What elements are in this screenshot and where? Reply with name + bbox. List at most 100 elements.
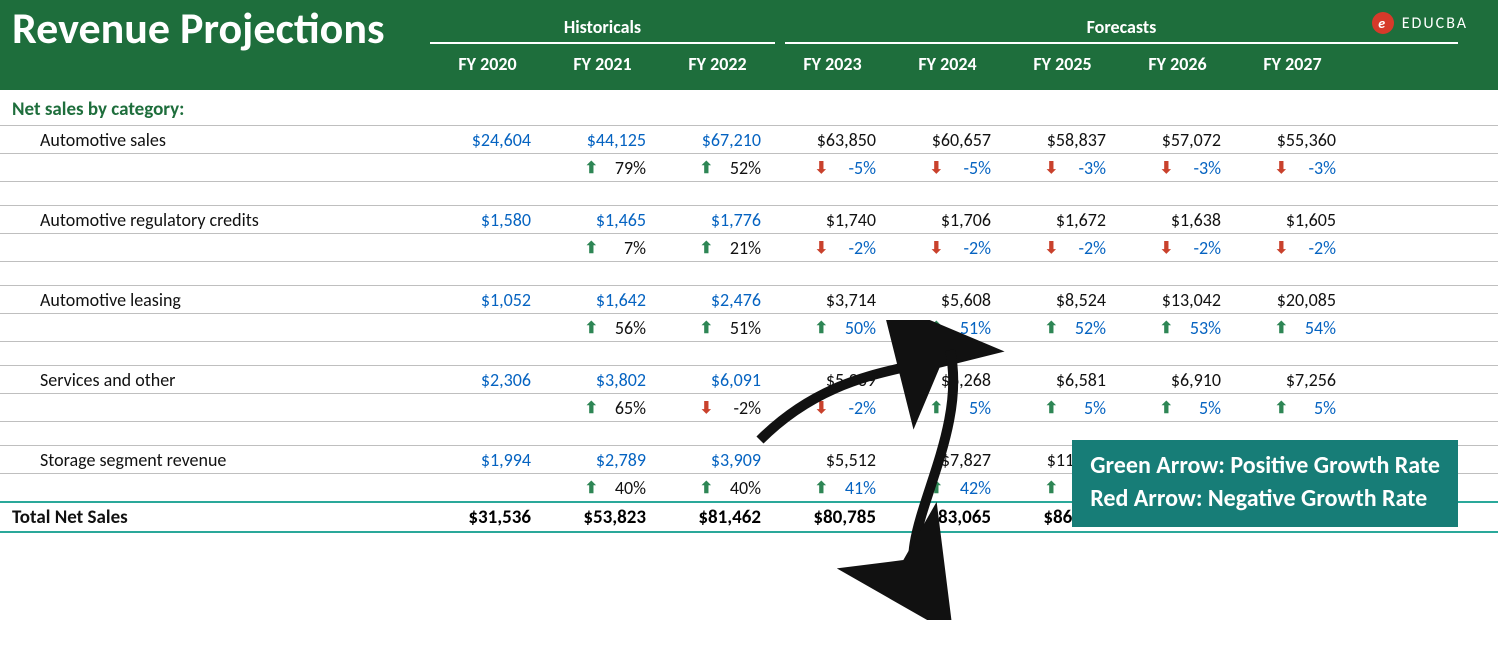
growth-cell [430,157,545,179]
growth-cell: ⬇-2% [1120,237,1235,259]
growth-cell: ⬆40% [545,477,660,499]
growth-cell: ⬆ 5% [1120,397,1235,419]
value-cell: $7,827 [890,449,1005,471]
year-header: FY 2025 [1005,53,1120,75]
growth-value: -3% [1183,157,1221,179]
arrow-up-icon: ⬆ [585,398,598,418]
value-cell: $1,638 [1120,209,1235,231]
value-cell: $6,268 [890,369,1005,391]
value-cell: $55,360 [1235,129,1350,151]
value-cell: $1,776 [660,209,775,231]
growth-cell [430,237,545,259]
total-cell: $31,536 [430,506,545,529]
arrow-up-icon: ⬆ [585,238,598,258]
year-header: FY 2024 [890,53,1005,75]
arrow-up-icon: ⬆ [585,478,598,498]
column-headers: Historicals Forecasts FY 2020FY 2021FY 2… [430,0,1458,90]
value-cell: $7,256 [1235,369,1350,391]
value-cell: $1,706 [890,209,1005,231]
value-cell: $3,802 [545,369,660,391]
year-header: FY 2021 [545,53,660,75]
growth-cell: ⬇ -3% [1005,157,1120,179]
growth-value: 51% [953,317,991,339]
category-row: Automotive leasing$1,052$1,642$2,476$3,7… [0,286,1498,314]
arrow-down-icon: ⬇ [815,398,828,418]
growth-cell: ⬆ 52% [660,157,775,179]
arrow-up-icon: ⬆ [585,158,598,178]
page-title: Revenue Projections [12,6,385,50]
value-cell: $1,740 [775,209,890,231]
growth-value: 42% [953,477,991,499]
growth-cell: ⬆5% [1235,397,1350,419]
growth-cell: ⬆50% [775,317,890,339]
value-cell: $5,512 [775,449,890,471]
growth-cell: ⬆ 54% [1235,317,1350,339]
growth-value: 54% [1298,317,1336,339]
growth-value: 5% [1298,397,1336,419]
value-cell: $2,476 [660,289,775,311]
value-cell: $2,306 [430,369,545,391]
arrow-up-icon: ⬆ [1045,478,1058,498]
category-label: Storage segment revenue [40,449,430,471]
arrow-down-icon: ⬇ [930,158,943,178]
growth-cell: ⬆52% [1005,317,1120,339]
value-cell: $57,072 [1120,129,1235,151]
growth-value: -2% [953,237,991,259]
value-cell: $13,042 [1120,289,1235,311]
growth-value: -2% [1298,237,1336,259]
arrow-up-icon: ⬆ [815,478,828,498]
growth-value: -3% [1068,157,1106,179]
arrow-up-icon: ⬆ [815,318,828,338]
arrow-up-icon: ⬆ [700,318,713,338]
growth-value: 5% [1183,397,1221,419]
arrow-up-icon: ⬆ [700,158,713,178]
arrow-up-icon: ⬆ [1045,398,1058,418]
arrow-up-icon: ⬆ [1275,318,1288,338]
growth-cell: ⬆5% [1005,397,1120,419]
arrow-up-icon: ⬆ [1160,398,1173,418]
value-cell: $24,604 [430,129,545,151]
group-historicals: Historicals [430,16,775,44]
value-cell: $1,052 [430,289,545,311]
value-cell: $8,524 [1005,289,1120,311]
year-header: FY 2022 [660,53,775,75]
arrow-down-icon: ⬇ [1275,238,1288,258]
arrow-up-icon: ⬆ [930,398,943,418]
value-cell: $2,789 [545,449,660,471]
growth-value: -2% [1068,237,1106,259]
arrow-up-icon: ⬆ [930,478,943,498]
value-cell: $44,125 [545,129,660,151]
growth-cell [430,397,545,419]
total-label: Total Net Sales [12,506,430,529]
value-cell: $63,850 [775,129,890,151]
growth-cell: ⬇-2% [660,397,775,419]
growth-cell: ⬇-3% [1235,157,1350,179]
growth-cell: ⬇-2% [775,237,890,259]
growth-value: 21% [723,237,761,259]
growth-value: 40% [723,477,761,499]
growth-cell: ⬇ -2% [1235,237,1350,259]
growth-value: 56% [608,317,646,339]
category-label: Automotive leasing [40,289,430,311]
category-row: Automotive regulatory credits$1,580$1,46… [0,206,1498,234]
year-header: FY 2020 [430,53,545,75]
spacer-row [0,342,1498,366]
arrow-down-icon: ⬇ [815,158,828,178]
growth-value: -2% [1183,237,1221,259]
value-cell: $58,837 [1005,129,1120,151]
growth-row: ⬆7%⬆21%⬇-2%⬇-2%⬇-2%⬇-2%⬇-2% [0,234,1498,262]
growth-cell [430,317,545,339]
growth-cell: ⬆51% [660,317,775,339]
arrow-down-icon: ⬇ [1160,158,1173,178]
growth-value: 65% [608,397,646,419]
growth-cell: ⬇ -3% [1120,157,1235,179]
group-forecasts: Forecasts [785,16,1458,44]
growth-cell: ⬆ 42% [890,477,1005,499]
value-cell: $67,210 [660,129,775,151]
section-title: Net sales by category: [0,96,1498,126]
growth-value: 41% [838,477,876,499]
value-cell: $3,714 [775,289,890,311]
arrow-down-icon: ⬇ [1045,158,1058,178]
growth-value: 52% [723,157,761,179]
growth-cell: ⬆21% [660,237,775,259]
